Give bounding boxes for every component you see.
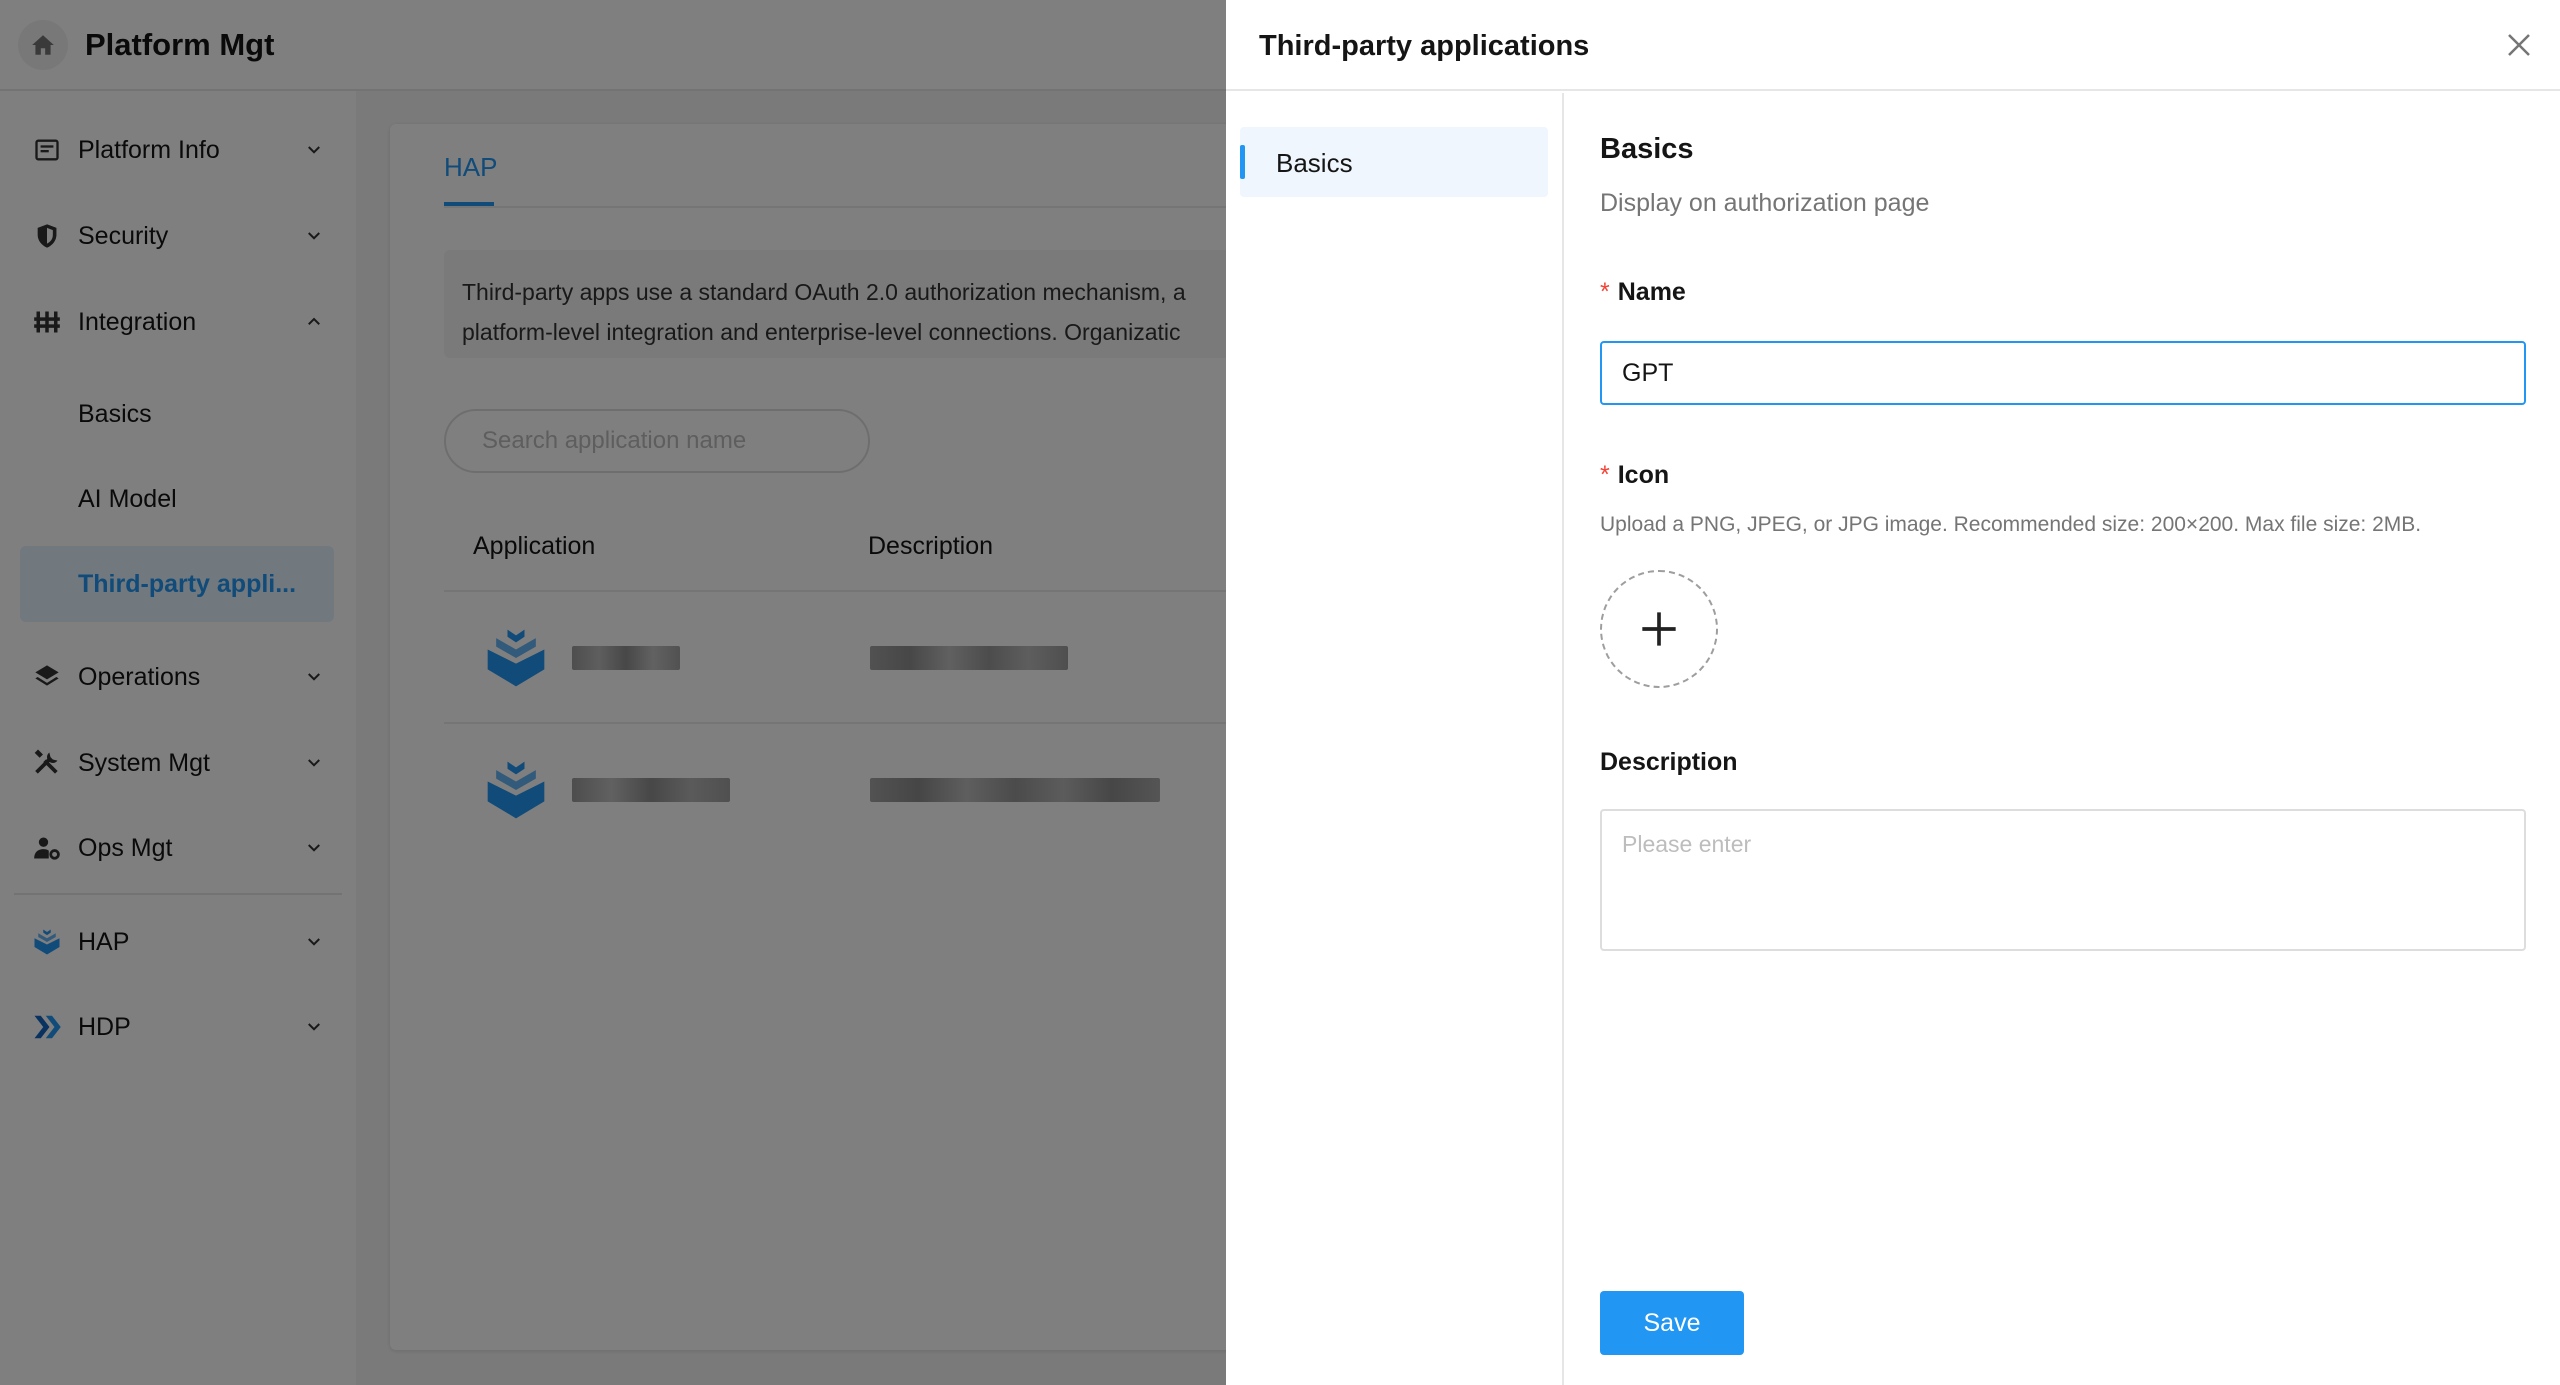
drawer-side-nav: Basics [1226, 93, 1564, 1385]
section-title: Basics [1600, 133, 1694, 165]
third-party-app-drawer: Third-party applications Basics Basics D… [1226, 0, 2560, 1385]
save-button[interactable]: Save [1600, 1291, 1744, 1355]
required-asterisk: * [1600, 461, 1610, 489]
side-nav-basics[interactable]: Basics [1240, 127, 1548, 197]
description-input[interactable] [1600, 809, 2526, 951]
icon-upload-hint: Upload a PNG, JPEG, or JPG image. Recomm… [1600, 513, 2422, 536]
required-asterisk: * [1600, 278, 1610, 306]
active-indicator [1240, 145, 1245, 179]
plus-icon [1642, 612, 1676, 646]
name-label: * Name [1600, 278, 1686, 306]
close-icon[interactable] [2504, 30, 2534, 60]
side-nav-label: Basics [1276, 148, 1353, 178]
icon-upload-button[interactable] [1600, 570, 1718, 688]
drawer-title: Third-party applications [1259, 30, 1590, 62]
name-input[interactable] [1600, 341, 2526, 405]
icon-label: * Icon [1600, 461, 1670, 489]
section-subtitle: Display on authorization page [1600, 189, 1930, 217]
description-label: Description [1600, 748, 1738, 776]
drawer-header: Third-party applications [1226, 0, 2560, 91]
